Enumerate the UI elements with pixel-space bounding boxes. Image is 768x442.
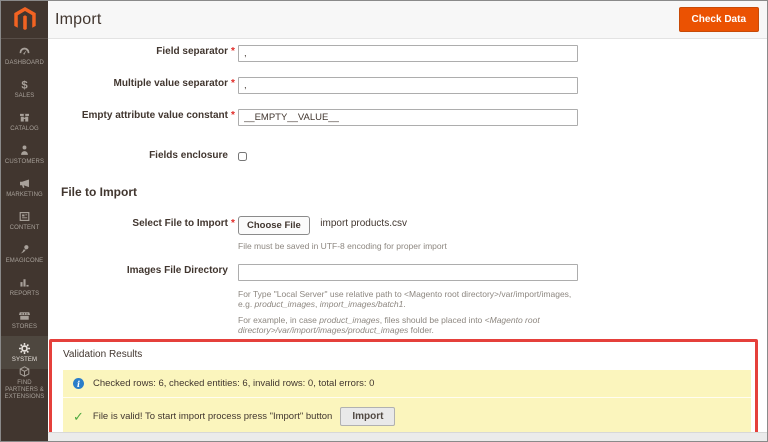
sidebar-item-catalog[interactable]: CATALOG	[1, 105, 48, 138]
sidebar-item-sales[interactable]: $ SALES	[1, 72, 48, 105]
sidebar-item-content[interactable]: CONTENT	[1, 204, 48, 237]
info-icon: i	[73, 378, 84, 389]
reports-icon	[18, 276, 31, 289]
required-asterisk: *	[231, 78, 235, 89]
admin-sidebar: DASHBOARD $ SALES CATALOG CUSTOMERS MARK…	[1, 1, 48, 441]
validation-messages: i Checked rows: 6, checked entities: 6, …	[63, 370, 751, 432]
extensions-icon	[18, 365, 31, 378]
main-area: Import Check Data Field separator * Mult…	[48, 1, 767, 441]
validation-notice-text: Checked rows: 6, checked entities: 6, in…	[93, 378, 375, 389]
sidebar-item-label: SYSTEM	[11, 357, 38, 363]
file-to-import-heading: File to Import	[61, 185, 137, 199]
empty-attribute-input[interactable]	[238, 109, 578, 126]
sidebar-item-find-partners-extensions[interactable]: FIND PARTNERS & EXTENSIONS	[1, 366, 48, 400]
multiple-value-separator-label: Multiple value separator	[113, 78, 228, 89]
page-header: Import Check Data	[48, 1, 767, 39]
svg-text:$: $	[21, 80, 28, 91]
sidebar-item-label: EMAGICONE	[5, 258, 44, 264]
select-file-label: Select File to Import	[132, 218, 228, 229]
import-form: Field separator * Multiple value separat…	[48, 39, 767, 432]
content-icon	[18, 210, 31, 223]
sidebar-item-label: SALES	[14, 93, 35, 99]
sidebar-nav: DASHBOARD $ SALES CATALOG CUSTOMERS MARK…	[1, 39, 48, 400]
choose-file-button[interactable]: Choose File	[238, 216, 310, 235]
select-file-row: Select File to Import * Choose File impo…	[48, 215, 767, 251]
sidebar-item-emagicone[interactable]: EMAGICONE	[1, 237, 48, 270]
magento-logo[interactable]	[1, 1, 48, 39]
sidebar-item-label: DASHBOARD	[5, 60, 44, 66]
images-directory-row: Images File Directory For Type "Local Se…	[48, 262, 767, 335]
customers-icon	[18, 144, 31, 157]
images-directory-input[interactable]	[238, 264, 578, 281]
empty-attribute-row: Empty attribute value constant *	[48, 107, 767, 126]
fields-enclosure-row: Fields enclosure	[48, 148, 767, 166]
checkmark-icon: ✓	[73, 409, 84, 424]
sidebar-item-dashboard[interactable]: DASHBOARD	[1, 39, 48, 72]
sidebar-item-label: STORES	[11, 324, 38, 330]
selected-file-name: import products.csv	[320, 218, 407, 230]
images-directory-note-2: For example, in case product_images, fil…	[238, 315, 540, 335]
sidebar-item-label: FIND PARTNERS & EXTENSIONS	[4, 380, 45, 400]
field-separator-label: Field separator	[156, 46, 228, 57]
check-data-button[interactable]: Check Data	[678, 7, 759, 32]
sidebar-item-label: MARKETING	[6, 192, 43, 198]
footer-strip	[48, 432, 767, 441]
utf8-note: File must be saved in UTF-8 encoding for…	[238, 241, 447, 251]
validation-results-annotation: Validation Results i Checked rows: 6, ch…	[49, 339, 758, 432]
sidebar-item-label: CATALOG	[10, 126, 39, 132]
validation-success-text: File is valid! To start import process p…	[92, 411, 333, 422]
validation-success-message: ✓ File is valid! To start import process…	[63, 397, 751, 432]
import-button[interactable]: Import	[340, 407, 396, 426]
fields-enclosure-checkbox[interactable]	[238, 152, 247, 161]
validation-notice-message: i Checked rows: 6, checked entities: 6, …	[63, 370, 751, 397]
marketing-icon	[18, 177, 31, 190]
dashboard-icon	[18, 45, 31, 58]
multiple-value-separator-row: Multiple value separator *	[48, 75, 767, 94]
magento-logo-icon	[13, 7, 36, 31]
images-directory-note-1: For Type "Local Server" use relative pat…	[238, 289, 572, 309]
field-separator-row: Field separator *	[48, 43, 767, 62]
fields-enclosure-label: Fields enclosure	[149, 150, 228, 161]
empty-attribute-label: Empty attribute value constant	[81, 110, 228, 121]
emagicone-icon	[18, 243, 31, 256]
images-directory-label: Images File Directory	[126, 265, 228, 276]
sales-icon: $	[18, 78, 31, 91]
multiple-value-separator-input[interactable]	[238, 77, 578, 94]
sidebar-item-marketing[interactable]: MARKETING	[1, 171, 48, 204]
stores-icon	[18, 309, 31, 322]
page-title: Import	[55, 10, 102, 28]
required-asterisk: *	[231, 46, 235, 57]
sidebar-item-stores[interactable]: STORES	[1, 303, 48, 336]
magento-admin-window: DASHBOARD $ SALES CATALOG CUSTOMERS MARK…	[0, 0, 768, 442]
required-asterisk: *	[231, 218, 235, 229]
sidebar-item-label: CUSTOMERS	[4, 159, 45, 165]
sidebar-item-label: CONTENT	[9, 225, 40, 231]
sidebar-item-label: REPORTS	[9, 291, 40, 297]
validation-results-title: Validation Results	[63, 349, 143, 360]
field-separator-input[interactable]	[238, 45, 578, 62]
system-icon	[18, 342, 31, 355]
sidebar-item-reports[interactable]: REPORTS	[1, 270, 48, 303]
required-asterisk: *	[231, 110, 235, 121]
sidebar-item-customers[interactable]: CUSTOMERS	[1, 138, 48, 171]
catalog-icon	[18, 111, 31, 124]
